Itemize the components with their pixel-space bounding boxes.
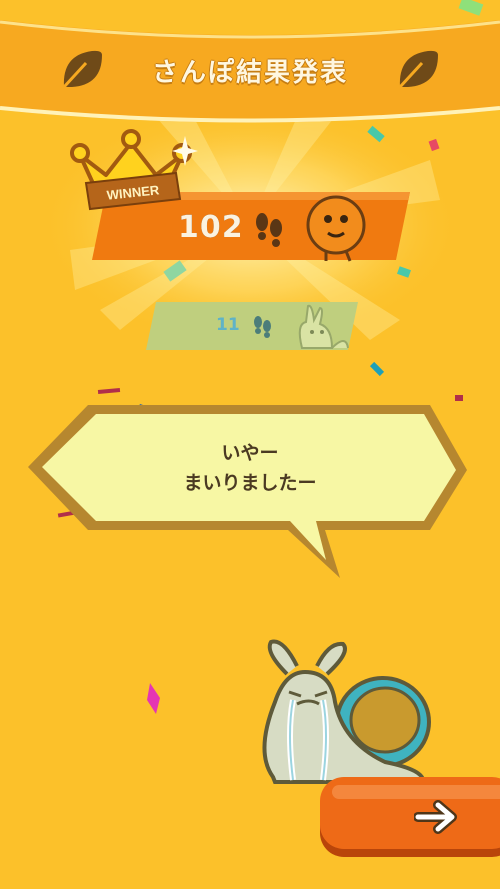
speech-line-2: まいりましたー (183, 472, 317, 494)
arrow-right-icon (414, 800, 457, 834)
speech-line-1: いやー (221, 442, 279, 464)
speech-bubble (28, 405, 467, 578)
speech-text: いやー まいりましたー (150, 438, 350, 498)
result-screen: さんぽ結果発表 102 WINNER 11 いやー まいりましたー (0, 0, 500, 889)
next-button[interactable] (318, 777, 500, 859)
